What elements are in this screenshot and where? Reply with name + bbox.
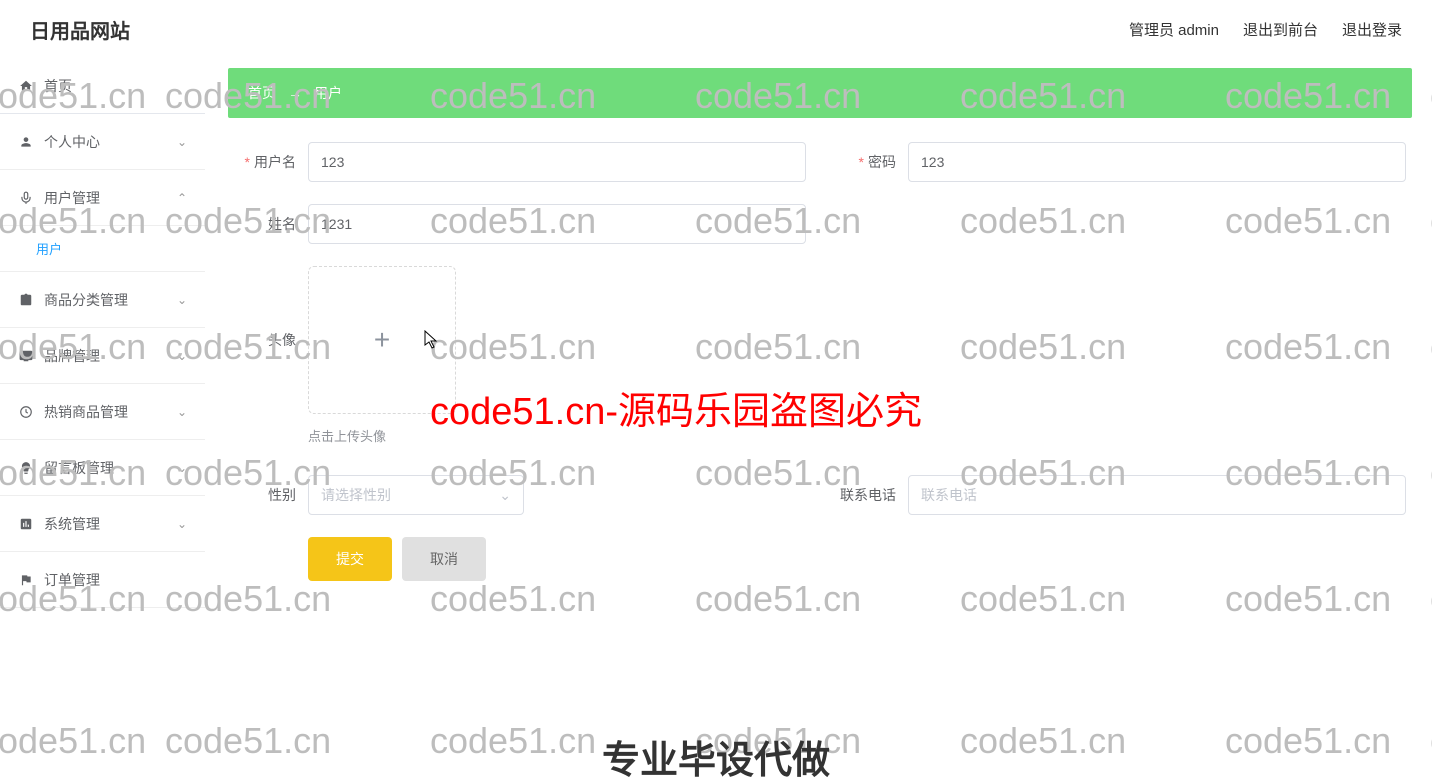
home-icon <box>18 78 34 94</box>
chevron-up-icon: ⌃ <box>177 191 187 205</box>
watermark: code51.cn <box>430 720 596 762</box>
chart-icon <box>18 516 34 532</box>
avatar-label: 头像 <box>228 266 308 414</box>
sidebar-item-order[interactable]: 订单管理 <box>0 552 205 608</box>
breadcrumb-current: 用户 <box>314 83 342 103</box>
password-input[interactable] <box>908 142 1406 182</box>
watermark: code51.cn <box>165 720 331 762</box>
sidebar-label: 首页 <box>44 76 72 96</box>
sidebar-item-category[interactable]: 商品分类管理 ⌄ <box>0 272 205 328</box>
sidebar-item-message[interactable]: 留言板管理 ⌄ <box>0 440 205 496</box>
breadcrumb: 首页 → 用户 <box>228 68 1412 118</box>
header: 日用品网站 管理员 admin 退出到前台 退出登录 <box>0 0 1432 58</box>
flag-icon <box>18 572 34 588</box>
chevron-down-icon: ⌄ <box>177 135 187 149</box>
plus-icon: + <box>374 324 390 356</box>
sidebar-label: 品牌管理 <box>44 346 100 366</box>
clipboard-icon <box>18 292 34 308</box>
username-input[interactable] <box>308 142 806 182</box>
exit-home-link[interactable]: 退出到前台 <box>1243 19 1318 40</box>
chevron-down-icon: ⌄ <box>177 349 187 363</box>
sidebar-label: 个人中心 <box>44 132 100 152</box>
user-icon <box>18 134 34 150</box>
bulb-icon <box>18 460 34 476</box>
phone-label: 联系电话 <box>828 475 908 515</box>
sidebar-item-hot[interactable]: 热销商品管理 ⌄ <box>0 384 205 440</box>
watermark: code51.cn <box>695 720 861 762</box>
chevron-down-icon: ⌄ <box>177 405 187 419</box>
sidebar-item-brand[interactable]: 品牌管理 ⌄ <box>0 328 205 384</box>
monitor-icon <box>18 348 34 364</box>
avatar-hint: 点击上传头像 <box>308 426 456 445</box>
gender-placeholder: 请选择性别 <box>321 485 391 505</box>
admin-label[interactable]: 管理员 admin <box>1129 19 1219 40</box>
password-label: 密码 <box>828 142 908 182</box>
exit-login-link[interactable]: 退出登录 <box>1342 19 1402 40</box>
sidebar-item-personal[interactable]: 个人中心 ⌄ <box>0 114 205 170</box>
watermark: code51.cn <box>0 720 146 762</box>
mic-icon <box>18 190 34 206</box>
main-content: 首页 → 用户 用户名 密码 姓名 头像 <box>228 68 1412 605</box>
sidebar-label: 热销商品管理 <box>44 402 128 422</box>
gender-select[interactable]: 请选择性别 ⌄ <box>308 475 524 515</box>
name-input[interactable] <box>308 204 806 244</box>
submit-button[interactable]: 提交 <box>308 537 392 581</box>
site-title: 日用品网站 <box>30 15 130 44</box>
sidebar-label: 商品分类管理 <box>44 290 128 310</box>
sidebar-item-home[interactable]: 首页 <box>0 58 205 114</box>
sidebar: 首页 个人中心 ⌄ 用户管理 ⌃ 用户 商品分类管理 ⌄ 品牌管理 ⌄ 热销商品… <box>0 58 205 608</box>
avatar-upload[interactable]: + <box>308 266 456 414</box>
cancel-button[interactable]: 取消 <box>402 537 486 581</box>
breadcrumb-home[interactable]: 首页 <box>248 83 276 103</box>
bottom-banner: 专业毕设代做 <box>0 729 1432 784</box>
sidebar-label: 订单管理 <box>44 570 100 590</box>
sidebar-label: 留言板管理 <box>44 458 114 478</box>
watermark: code51.cn <box>960 720 1126 762</box>
chevron-down-icon: ⌄ <box>177 517 187 531</box>
phone-input[interactable] <box>908 475 1406 515</box>
name-label: 姓名 <box>228 204 308 244</box>
sidebar-label: 系统管理 <box>44 514 100 534</box>
chevron-down-icon: ⌄ <box>177 461 187 475</box>
watermark: code51.cn <box>1225 720 1391 762</box>
form-area: 用户名 密码 姓名 头像 + 点击上传头像 <box>228 118 1412 605</box>
sidebar-item-system[interactable]: 系统管理 ⌄ <box>0 496 205 552</box>
chevron-down-icon: ⌄ <box>499 487 511 504</box>
header-right: 管理员 admin 退出到前台 退出登录 <box>1129 19 1402 40</box>
sidebar-label: 用户管理 <box>44 188 100 208</box>
dashboard-icon <box>18 404 34 420</box>
gender-label: 性别 <box>228 475 308 515</box>
chevron-down-icon: ⌄ <box>177 293 187 307</box>
sidebar-item-user-mgmt[interactable]: 用户管理 ⌃ <box>0 170 205 226</box>
username-label: 用户名 <box>228 142 308 182</box>
breadcrumb-sep: → <box>288 85 302 101</box>
sidebar-subitem-user[interactable]: 用户 <box>0 226 205 272</box>
